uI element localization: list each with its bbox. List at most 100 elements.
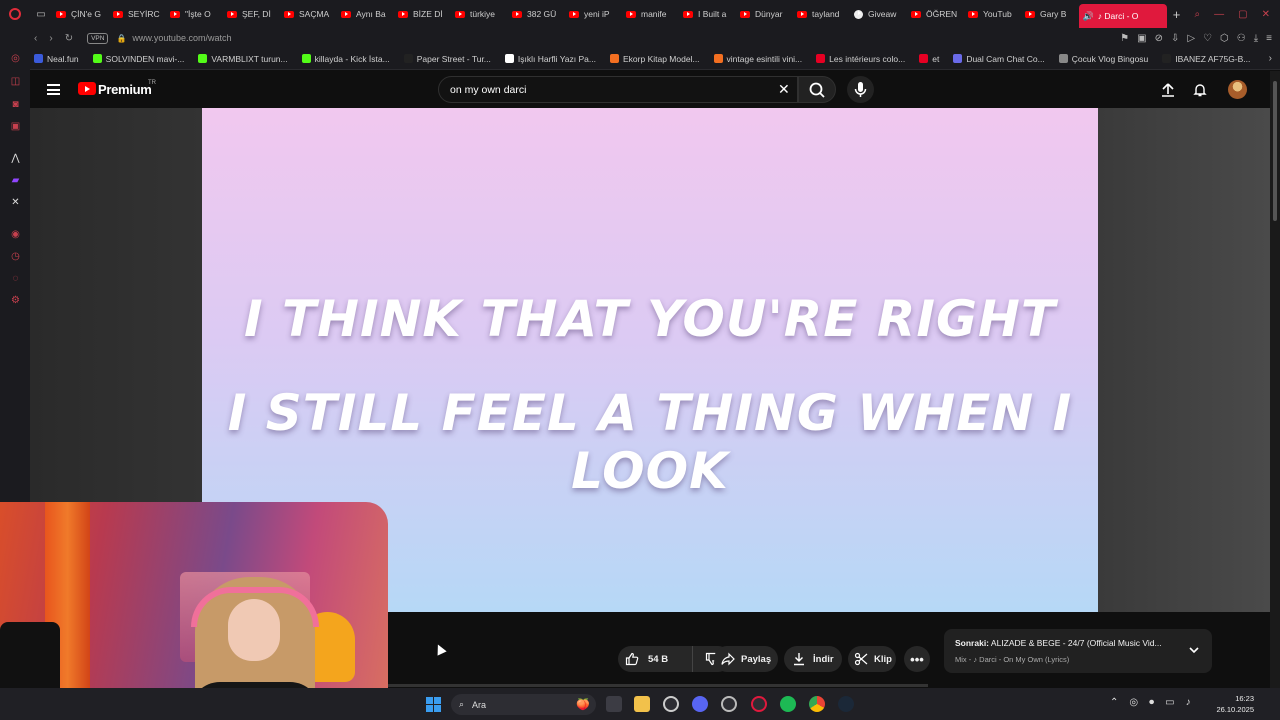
opera-logo-icon[interactable] — [0, 0, 30, 28]
bag-icon[interactable]: ◫ — [10, 76, 21, 87]
bookmark-item[interactable]: SOLVINDEN mavi-... — [92, 54, 184, 64]
downloads-icon[interactable]: ⤓ — [1254, 33, 1258, 44]
history-icon[interactable]: ◷ — [10, 251, 21, 262]
aria-icon[interactable]: ◎ — [10, 53, 21, 64]
spotify-icon[interactable] — [780, 696, 796, 712]
tab-0[interactable]: ÇİN'e G — [52, 0, 109, 28]
profile-icon[interactable]: ⚇ — [1237, 33, 1246, 44]
tab-15[interactable]: ÖĞREN — [907, 0, 964, 28]
scrollbar-thumb[interactable] — [1273, 81, 1277, 221]
youtube-logo-icon[interactable] — [78, 82, 96, 95]
chevron-down-icon[interactable] — [1187, 643, 1201, 657]
tray-volume-icon[interactable]: ♪ — [1186, 697, 1191, 708]
voice-search-button[interactable] — [847, 76, 874, 103]
obs-icon[interactable] — [663, 696, 679, 712]
download-button[interactable]: İndir — [784, 646, 842, 672]
tab-9[interactable]: yeni iP — [565, 0, 622, 28]
tray-overflow-icon[interactable]: ⌃ — [1110, 697, 1118, 708]
bookmark-item[interactable]: IBANEZ AF75G-B... — [1162, 54, 1250, 64]
tab-active[interactable]: 🔊 ♪ Darci - O — [1078, 4, 1167, 28]
tab-4[interactable]: SAÇMA — [280, 0, 337, 28]
tab-6[interactable]: BİZE Dİ — [394, 0, 451, 28]
heart-icon[interactable]: ♡ — [1203, 33, 1212, 44]
taskbar-search[interactable]: ⌕ Ara 🍑 — [451, 694, 596, 715]
bookmark-item[interactable]: VARMBLIXT turun... — [198, 54, 288, 64]
forward-button[interactable]: › — [49, 33, 52, 44]
pinboard-icon[interactable]: ◌ — [10, 273, 21, 284]
tab-8[interactable]: 382 GÜ — [508, 0, 565, 28]
page-scrollbar[interactable] — [1270, 71, 1280, 691]
bookmark-icon[interactable]: ⚑ — [1120, 33, 1129, 44]
up-next-card[interactable]: Sonraki: ALIZADE & BEGE - 24/7 (Official… — [944, 629, 1212, 673]
tray-network-icon[interactable]: ▭ — [1165, 697, 1174, 708]
bookmark-item[interactable]: Neal.fun — [34, 54, 79, 64]
tab-1[interactable]: SEYİRC — [109, 0, 166, 28]
bookmark-item[interactable]: Dual Cam Chat Co... — [953, 54, 1045, 64]
download-arrow-icon[interactable]: ⇩ — [1171, 33, 1179, 44]
x-icon[interactable]: ✕ — [10, 197, 21, 208]
tab-17[interactable]: Gary B — [1021, 0, 1078, 28]
bookmark-item[interactable]: killayda - Kick İsta... — [301, 54, 390, 64]
workspaces-icon[interactable]: ▭ — [30, 9, 52, 20]
bookmark-item[interactable]: Paper Street - Tur... — [403, 54, 491, 64]
reload-button[interactable]: ↻ — [65, 33, 73, 44]
minimize-button[interactable]: — — [1214, 9, 1224, 20]
maximize-button[interactable]: ▢ — [1238, 9, 1247, 20]
close-window-button[interactable]: ✕ — [1262, 9, 1270, 20]
bookmark-item[interactable]: Çocuk Vlog Bingosu — [1058, 54, 1148, 64]
clear-search-icon[interactable]: ✕ — [778, 82, 790, 96]
tab-11[interactable]: I Built a — [679, 0, 736, 28]
user-avatar[interactable] — [1228, 80, 1247, 99]
extensions-icon[interactable]: ⬡ — [1220, 33, 1229, 44]
bookmark-item[interactable]: Les intérieurs colo... — [816, 54, 905, 64]
messenger-icon[interactable]: ◙ — [10, 99, 21, 110]
bookmark-item[interactable]: Işıklı Harfli Yazı Pa... — [504, 54, 596, 64]
search-tabs-icon[interactable]: ⌕ — [1195, 9, 1201, 20]
url-field[interactable]: www.youtube.com/watch — [132, 33, 231, 43]
block-icon[interactable]: ⊘ — [1155, 33, 1163, 44]
discord-icon[interactable] — [692, 696, 708, 712]
search-button[interactable] — [798, 76, 836, 103]
taskbar-clock[interactable]: 16:23 26.10.2025 — [1210, 693, 1254, 715]
opera-gx-icon[interactable] — [751, 696, 767, 712]
tab-12[interactable]: Dünyar — [736, 0, 793, 28]
file-explorer-icon[interactable] — [634, 696, 650, 712]
player-icon[interactable]: ▣ — [10, 121, 21, 132]
lock-icon[interactable]: 🔒 — [116, 34, 126, 43]
search-input[interactable]: on my own darci ✕ — [438, 76, 798, 103]
windows-start-icon[interactable] — [426, 697, 441, 712]
hamburger-menu-icon[interactable] — [47, 84, 60, 95]
new-tab-button[interactable]: + — [1167, 7, 1187, 22]
play-icon[interactable]: ▷ — [1187, 33, 1195, 44]
tab-2[interactable]: "İşte O — [166, 0, 223, 28]
tab-10[interactable]: manife — [622, 0, 679, 28]
chrome-icon[interactable] — [809, 696, 825, 712]
clip-button[interactable]: Klip — [848, 646, 896, 672]
tray-app-icon[interactable]: ◎ — [1129, 697, 1138, 708]
youtube-brand[interactable]: Premium — [98, 82, 152, 97]
bookmark-item[interactable]: vintage esintili vini... — [713, 54, 802, 64]
twitch-icon[interactable]: ▰ — [10, 175, 21, 186]
tab-13[interactable]: tayland — [793, 0, 850, 28]
like-button[interactable]: 54 B — [618, 646, 693, 672]
settings-app-icon[interactable] — [721, 696, 737, 712]
tray-mic-icon[interactable]: ⏺ — [1149, 697, 1154, 708]
more-actions-button[interactable]: ••• — [904, 646, 930, 672]
bookmark-item[interactable]: et — [919, 54, 939, 64]
settings-icon[interactable]: ⚙ — [10, 295, 21, 306]
tab-3[interactable]: ŞEF, Dİ — [223, 0, 280, 28]
notifications-bell-icon[interactable] — [1192, 82, 1208, 98]
menu-icon[interactable]: ≡ — [1266, 33, 1272, 44]
snapshot-icon[interactable]: ▣ — [1137, 33, 1146, 44]
bookmarks-overflow-icon[interactable]: › — [1269, 53, 1280, 64]
steam-icon[interactable] — [838, 696, 854, 712]
back-button[interactable]: ‹ — [34, 33, 37, 44]
tab-14[interactable]: Giveaw — [850, 0, 907, 28]
share-button[interactable]: Paylaş — [714, 646, 778, 672]
upload-icon[interactable] — [1160, 82, 1176, 98]
kick-icon[interactable]: ⋀ — [10, 153, 21, 164]
tab-5[interactable]: Aynı Ba — [337, 0, 394, 28]
tab-16[interactable]: YouTub — [964, 0, 1021, 28]
flow-icon[interactable]: ◉ — [10, 229, 21, 240]
bookmark-item[interactable]: Ekorp Kitap Model... — [610, 54, 700, 64]
